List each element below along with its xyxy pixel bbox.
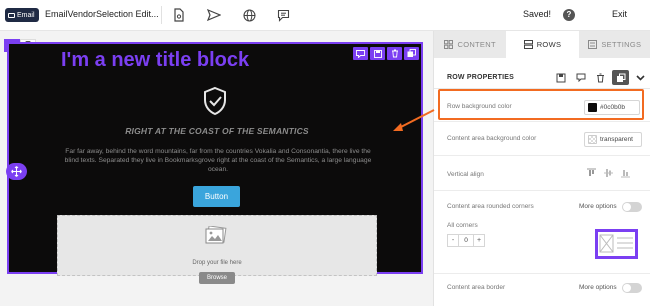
border-more-options-label: More options — [579, 284, 617, 291]
content-border-label: Content area border — [447, 284, 506, 291]
align-bottom-icon[interactable] — [621, 168, 630, 178]
rows-icon — [523, 40, 533, 49]
cta-button[interactable]: Button — [193, 186, 240, 207]
rounded-corners-label: Content area rounded corners — [447, 203, 534, 210]
exit-button[interactable]: Exit — [612, 9, 627, 19]
comment-icon[interactable] — [572, 70, 589, 85]
comment-icon[interactable] — [353, 47, 368, 60]
panel-tabs: CONTENT ROWS SETTINGS — [434, 31, 650, 58]
document-title[interactable]: EmailVendorSelection Edit... — [45, 9, 159, 19]
more-options-label: More options — [579, 203, 617, 210]
email-badge-label: Email — [17, 11, 35, 19]
grid-icon — [444, 40, 454, 49]
image-dropzone[interactable]: Drop your file here Browse — [57, 215, 377, 284]
tab-content[interactable]: CONTENT — [434, 31, 506, 58]
tab-settings[interactable]: SETTINGS — [579, 31, 650, 58]
border-more-options-toggle[interactable] — [622, 283, 642, 293]
email-badge: Email — [5, 8, 39, 22]
more-options-toggle[interactable] — [622, 202, 642, 212]
send-icon[interactable] — [205, 6, 223, 24]
duplicate-icon[interactable] — [404, 47, 419, 60]
image-placeholder-icon — [205, 225, 227, 245]
delete-icon[interactable] — [387, 47, 402, 60]
content-background-label: Content area background color — [447, 135, 537, 142]
content-background-value: transparent — [600, 136, 633, 143]
browse-button[interactable]: Browse — [199, 272, 235, 284]
saved-status: Saved! — [523, 9, 552, 19]
all-corners-label: All corners — [447, 222, 478, 229]
comment-icon[interactable] — [274, 6, 292, 24]
highlight-box — [438, 89, 644, 120]
decrement-button[interactable]: - — [447, 234, 459, 247]
tab-content-label: CONTENT — [457, 40, 496, 49]
top-bar: Email EmailVendorSelection Edit... Saved… — [0, 0, 650, 31]
envelope-icon — [8, 12, 15, 18]
tab-rows-label: ROWS — [536, 40, 562, 49]
row-properties-header: ROW PROPERTIES — [434, 67, 650, 89]
save-file-icon[interactable] — [170, 6, 188, 24]
save-icon[interactable] — [370, 47, 385, 60]
title-block[interactable]: I'm a new title block — [61, 49, 249, 72]
content-background-color-picker[interactable]: transparent — [584, 132, 642, 147]
globe-icon[interactable] — [240, 6, 258, 24]
paragraph-block[interactable]: Far far away, behind the word mountains,… — [63, 147, 373, 174]
selected-email-row[interactable]: I'm a new title block RIGHT AT THE COAST… — [7, 42, 425, 284]
row-actions — [353, 47, 419, 60]
save-icon[interactable] — [552, 70, 569, 85]
vertical-align-label: Vertical align — [447, 171, 484, 178]
content-background-setting: Content area background color transparen… — [434, 122, 650, 156]
content-border-setting: Content area border More options — [434, 274, 650, 306]
duplicate-icon[interactable] — [612, 70, 629, 85]
increment-button[interactable]: + — [473, 234, 485, 247]
dropzone-text: Drop your file here — [192, 260, 242, 266]
align-middle-icon[interactable] — [604, 168, 613, 178]
properties-panel: CONTENT ROWS SETTINGS ROW PROPERTIES Row… — [433, 31, 650, 306]
row-properties-title: ROW PROPERTIES — [447, 74, 514, 81]
drag-move-handle[interactable] — [6, 163, 27, 180]
row-layout-preview-icon — [595, 229, 638, 259]
tab-settings-label: SETTINGS — [601, 40, 642, 49]
shield-check-icon[interactable] — [201, 86, 229, 116]
row-properties-actions — [552, 70, 649, 85]
help-icon[interactable]: ? — [563, 9, 575, 21]
chevron-down-icon[interactable] — [632, 70, 649, 85]
corners-value[interactable]: 0 — [459, 234, 473, 247]
divider — [161, 6, 162, 24]
tab-rows[interactable]: ROWS — [506, 31, 579, 58]
subtitle-heading[interactable]: RIGHT AT THE COAST OF THE SEMANTICS — [9, 126, 425, 136]
vertical-align-options — [587, 168, 630, 178]
settings-icon — [588, 40, 598, 49]
delete-icon[interactable] — [592, 70, 609, 85]
corners-stepper: - 0 + — [447, 234, 485, 247]
transparent-swatch — [588, 135, 597, 144]
align-top-icon[interactable] — [587, 168, 596, 178]
